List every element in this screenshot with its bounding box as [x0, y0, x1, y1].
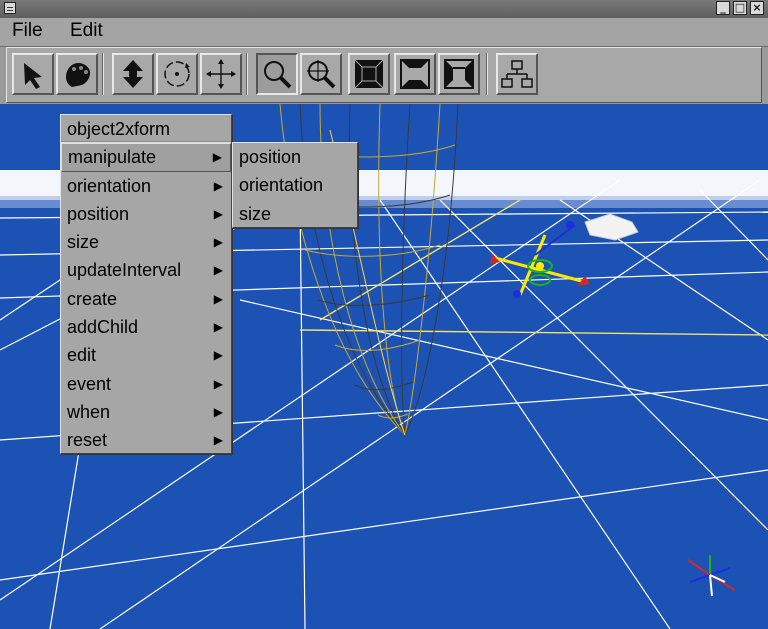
submenu-arrow-icon: ▶: [213, 376, 223, 391]
close-button[interactable]: ×: [750, 1, 764, 15]
zoom-plus-icon: [307, 60, 336, 89]
menu-item-label: orientation: [67, 175, 152, 196]
submenu-arrow-icon: ▶: [213, 291, 223, 306]
title-bar: _ □ ×: [0, 0, 768, 19]
toolbar-separator: [102, 53, 104, 95]
view-perspective-icon: [400, 59, 430, 89]
menu-file[interactable]: File: [12, 20, 43, 42]
minimize-button[interactable]: _: [716, 1, 730, 15]
menu-item-label: reset: [67, 430, 108, 451]
submenu-manipulate: position orientation size: [232, 142, 358, 228]
scene-tree-button[interactable]: [496, 53, 538, 95]
menu-item-label: edit: [67, 345, 97, 366]
submenu-item-position[interactable]: position: [233, 143, 357, 171]
view-front-button[interactable]: [348, 53, 390, 95]
submenu-arrow-icon: ▶: [213, 404, 223, 419]
zoom-plus-tool-button[interactable]: [300, 53, 342, 95]
pan-tool-button[interactable]: [56, 53, 98, 95]
menu-item-updateinterval[interactable]: updateInterval ▶: [61, 256, 231, 284]
submenu-arrow-icon: ▶: [213, 206, 223, 221]
hand-icon: [66, 63, 90, 87]
zoom-icon: [264, 61, 292, 89]
translate-vertical-icon: [123, 60, 143, 88]
context-menu: object2xform manipulate ▶ orientation ▶ po…: [60, 114, 232, 454]
menu-item-orientation[interactable]: orientation ▶: [61, 172, 231, 200]
zoom-tool-button[interactable]: [256, 53, 298, 95]
menu-item-label: manipulate: [68, 147, 157, 168]
menu-header-object2xform[interactable]: object2xform: [61, 115, 231, 144]
submenu-arrow-icon: ▶: [213, 263, 223, 278]
menu-item-label: event: [67, 373, 112, 394]
select-tool-button[interactable]: [12, 53, 54, 95]
menu-item-event[interactable]: event ▶: [61, 370, 231, 398]
submenu-arrow-icon: ▶: [213, 235, 223, 250]
menu-item-edit[interactable]: edit ▶: [61, 341, 231, 369]
view-side-button[interactable]: [438, 53, 480, 95]
toolbar-separator: [486, 53, 488, 95]
submenu-arrow-icon: ▶: [213, 320, 223, 335]
menu-item-label: create: [67, 288, 118, 309]
view-side-icon: [444, 59, 474, 89]
menu-bar: File Edit: [0, 18, 768, 47]
axis-gizmo: [687, 555, 736, 597]
white-object[interactable]: [584, 213, 639, 241]
view-perspective-button[interactable]: [394, 53, 436, 95]
select-arrow-icon: [24, 63, 42, 89]
rotate-tool-button[interactable]: [156, 53, 198, 95]
rotate-icon: [164, 61, 190, 87]
menu-item-when[interactable]: when ▶: [61, 398, 231, 426]
maximize-button[interactable]: □: [733, 1, 747, 15]
move-icon: [206, 59, 236, 89]
menu-item-label: size: [67, 232, 100, 253]
submenu-arrow-icon: ▶: [212, 150, 222, 165]
menu-item-label: addChild: [67, 317, 139, 338]
menu-item-position[interactable]: position ▶: [61, 200, 231, 228]
menu-item-manipulate[interactable]: manipulate ▶: [61, 143, 231, 172]
submenu-arrow-icon: ▶: [213, 348, 223, 363]
menu-edit[interactable]: Edit: [70, 20, 103, 42]
move-tool-button[interactable]: [200, 53, 242, 95]
menu-item-size[interactable]: size ▶: [61, 228, 231, 256]
window-menu-icon[interactable]: [4, 2, 16, 14]
toolbar: [10, 51, 750, 99]
toolbar-separator: [246, 53, 248, 95]
view-front-icon: [354, 59, 384, 89]
submenu-item-orientation[interactable]: orientation: [233, 171, 357, 199]
scene-tree-icon: [501, 60, 533, 88]
submenu-arrow-icon: ▶: [213, 433, 223, 448]
menu-item-label: updateInterval: [67, 260, 182, 281]
menu-item-addchild[interactable]: addChild ▶: [61, 313, 231, 341]
menu-item-label: position: [67, 203, 130, 224]
translate-tool-button[interactable]: [112, 53, 154, 95]
transform-manipulator[interactable]: [490, 221, 590, 298]
submenu-item-size[interactable]: size: [233, 200, 357, 228]
menu-item-reset[interactable]: reset ▶: [61, 426, 231, 454]
menu-item-label: when: [67, 401, 111, 422]
menu-item-create[interactable]: create ▶: [61, 285, 231, 313]
submenu-arrow-icon: ▶: [213, 178, 223, 193]
